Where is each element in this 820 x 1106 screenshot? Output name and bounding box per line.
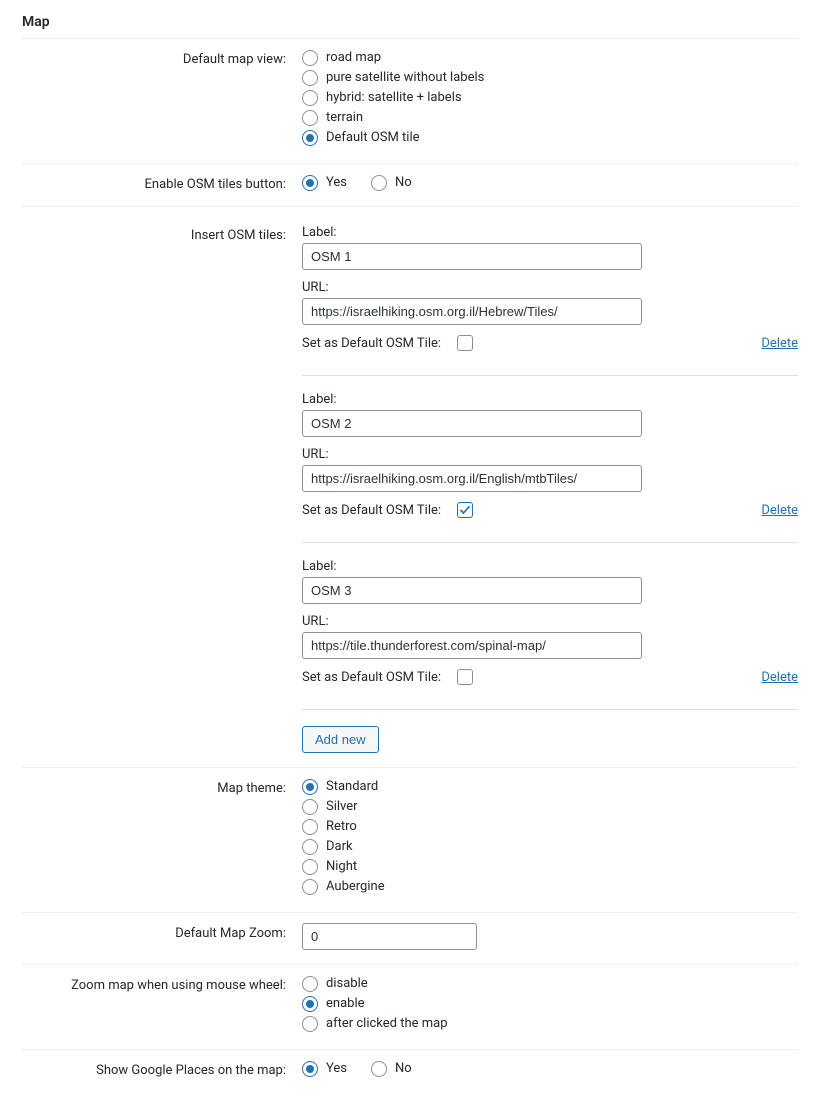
zoom-wheel-label: enable [326,995,365,1013]
section-title: Map [22,14,798,39]
map-theme-option[interactable]: Night [302,858,798,876]
add-new-tile-button[interactable]: Add new [302,726,379,753]
google-places-label: Yes [326,1060,347,1078]
google-places-label: No [395,1060,412,1078]
row-default-map-zoom: Default Map Zoom: [22,913,798,965]
map-theme-radio[interactable] [302,799,318,815]
zoom-wheel-option[interactable]: enable [302,995,798,1013]
default-map-view-label: pure satellite without labels [326,69,484,87]
delete-tile-link[interactable]: Delete [761,670,798,685]
tile-separator [302,709,798,710]
delete-tile-link[interactable]: Delete [761,336,798,351]
default-map-view-label: road map [326,49,381,67]
map-theme-radio[interactable] [302,779,318,795]
tile-separator [302,542,798,543]
map-theme-radio[interactable] [302,859,318,875]
google-places-radio[interactable] [371,1061,387,1077]
map-theme-label: Retro [326,818,357,836]
osm-tile-url-input[interactable] [302,465,642,492]
default-map-view-label: terrain [326,109,363,127]
default-map-view-label: Default OSM tile [326,129,420,147]
set-default-tile-checkbox[interactable] [457,335,473,351]
row-map-theme: Map theme: Standard Silver Retro Dark Night A… [22,768,798,913]
osm-tile-label-label: Label: [302,559,798,574]
label-default-map-zoom: Default Map Zoom: [22,923,302,941]
osm-tile-label-input[interactable] [302,243,642,270]
label-show-google-places: Show Google Places on the map: [22,1060,302,1078]
osm-tile-block: Label: URL: Set as Default OSM Tile: Delete [302,559,798,685]
zoom-wheel-radio[interactable] [302,996,318,1012]
osm-tile-block: Label: URL: Set as Default OSM Tile: Delete [302,225,798,351]
zoom-wheel-label: disable [326,975,368,993]
osm-tile-label-label: Label: [302,225,798,240]
zoom-wheel-label: after clicked the map [326,1015,448,1033]
enable-osm-label: Yes [326,174,347,192]
osm-tile-url-input[interactable] [302,298,642,325]
map-theme-label: Dark [326,838,353,856]
default-map-view-option[interactable]: terrain [302,109,798,127]
label-enable-osm-tiles: Enable OSM tiles button: [22,174,302,192]
map-theme-label: Aubergine [326,878,385,896]
set-default-tile-label: Set as Default OSM Tile: [302,336,441,351]
map-theme-radio[interactable] [302,839,318,855]
map-theme-radio[interactable] [302,879,318,895]
google-places-option[interactable]: Yes [302,1060,347,1078]
map-theme-option[interactable]: Standard [302,778,798,796]
row-enable-osm-tiles: Enable OSM tiles button: Yes No [22,164,798,207]
osm-tile-label-label: Label: [302,392,798,407]
row-zoom-mouse-wheel: Zoom map when using mouse wheel: disable… [22,965,798,1050]
zoom-wheel-option[interactable]: disable [302,975,798,993]
row-show-google-places: Show Google Places on the map: Yes No [22,1050,798,1092]
osm-tile-label-input[interactable] [302,410,642,437]
osm-tile-url-label: URL: [302,447,798,462]
map-theme-label: Night [326,858,357,876]
default-map-view-option[interactable]: Default OSM tile [302,129,798,147]
delete-tile-link[interactable]: Delete [761,503,798,518]
default-map-view-label: hybrid: satellite + labels [326,89,462,107]
osm-tile-label-input[interactable] [302,577,642,604]
google-places-radio[interactable] [302,1061,318,1077]
default-map-view-radio[interactable] [302,130,318,146]
zoom-wheel-radio[interactable] [302,976,318,992]
default-map-zoom-input[interactable] [302,923,477,950]
tile-separator [302,375,798,376]
label-default-map-view: Default map view: [22,49,302,67]
map-theme-label: Standard [326,778,378,796]
default-map-view-radio[interactable] [302,90,318,106]
enable-osm-option[interactable]: Yes [302,174,347,192]
set-default-tile-label: Set as Default OSM Tile: [302,670,441,685]
default-map-view-option[interactable]: road map [302,49,798,67]
label-zoom-mouse-wheel: Zoom map when using mouse wheel: [22,975,302,993]
osm-tile-url-label: URL: [302,614,798,629]
row-default-map-view: Default map view: road map pure satellite… [22,39,798,164]
osm-tile-url-label: URL: [302,280,798,295]
enable-osm-radio[interactable] [302,175,318,191]
label-insert-osm-tiles: Insert OSM tiles: [22,225,302,243]
default-map-view-option[interactable]: pure satellite without labels [302,69,798,87]
map-theme-radio[interactable] [302,819,318,835]
osm-tile-block: Label: URL: Set as Default OSM Tile: Delete [302,392,798,518]
default-map-view-radio[interactable] [302,50,318,66]
row-insert-osm-tiles: Insert OSM tiles: Label: URL: Set as Defau… [22,207,798,768]
zoom-wheel-radio[interactable] [302,1016,318,1032]
enable-osm-radio[interactable] [371,175,387,191]
default-map-view-radio[interactable] [302,70,318,86]
map-theme-option[interactable]: Silver [302,798,798,816]
enable-osm-label: No [395,174,412,192]
map-theme-option[interactable]: Retro [302,818,798,836]
map-theme-option[interactable]: Aubergine [302,878,798,896]
default-map-view-radio[interactable] [302,110,318,126]
label-map-theme: Map theme: [22,778,302,796]
default-map-view-option[interactable]: hybrid: satellite + labels [302,89,798,107]
enable-osm-option[interactable]: No [371,174,412,192]
set-default-tile-label: Set as Default OSM Tile: [302,503,441,518]
zoom-wheel-option[interactable]: after clicked the map [302,1015,798,1033]
map-theme-label: Silver [326,798,358,816]
osm-tile-url-input[interactable] [302,632,642,659]
set-default-tile-checkbox[interactable] [457,669,473,685]
set-default-tile-checkbox[interactable] [457,502,473,518]
google-places-option[interactable]: No [371,1060,412,1078]
map-theme-option[interactable]: Dark [302,838,798,856]
